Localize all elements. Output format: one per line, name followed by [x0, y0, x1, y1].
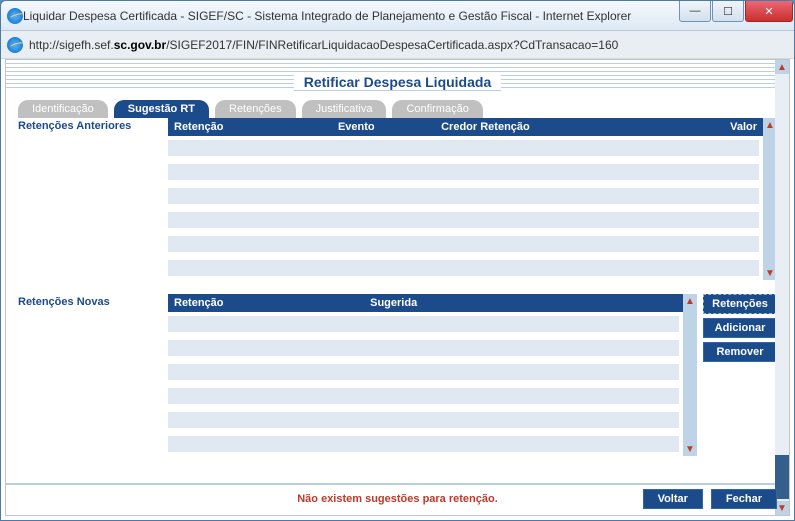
page-title-wrap: Retificar Despesa Liquidada [6, 74, 789, 92]
scroll-down-icon[interactable]: ▼ [683, 442, 697, 456]
label-novas: Retenções Novas [18, 294, 168, 456]
col-sugerida: Sugerida [364, 297, 683, 309]
page: Retificar Despesa Liquidada Identificaçã… [6, 60, 789, 515]
grid-novas-area: Retenção Sugerida ▲ [168, 294, 777, 456]
page-viewport: Retificar Despesa Liquidada Identificaçã… [5, 59, 790, 516]
col-retencao-n: Retenção [168, 297, 364, 309]
table-row [168, 140, 763, 160]
section-anteriores: Retenções Anteriores Retenção Evento Cre… [6, 118, 789, 280]
page-scroll-thumb[interactable] [775, 455, 789, 499]
window-title: Liquidar Despesa Certificada - SIGEF/SC … [23, 9, 679, 23]
grid-novas: Retenção Sugerida [168, 294, 683, 456]
retencoes-button[interactable]: Retenções [703, 294, 777, 314]
tab-confirmacao[interactable]: Confirmação [392, 100, 482, 118]
table-row [168, 260, 763, 280]
table-row [168, 388, 683, 408]
grid-novas-header: Retenção Sugerida [168, 294, 683, 312]
col-valor: Valor [675, 121, 763, 133]
grid-novas-rows [168, 316, 683, 456]
grid-anteriores-rows [168, 140, 763, 280]
label-anteriores: Retenções Anteriores [18, 118, 168, 280]
tab-identificacao[interactable]: Identificação [18, 100, 108, 118]
col-evento: Evento [332, 121, 435, 133]
page-scroll-up-icon[interactable]: ▲ [775, 60, 789, 74]
tab-sugestao-rt[interactable]: Sugestão RT [114, 100, 209, 118]
page-scroll-down-icon[interactable]: ▼ [775, 501, 789, 515]
ie-favicon-icon [7, 8, 23, 24]
scroll-up-icon[interactable]: ▲ [683, 294, 697, 308]
minimize-button[interactable]: — [679, 0, 711, 22]
table-row [168, 236, 763, 256]
grid-anteriores: Retenção Evento Credor Retenção Valor [168, 118, 763, 280]
window-controls: — ☐ ✕ [679, 1, 794, 30]
tab-justificativa[interactable]: Justificativa [302, 100, 387, 118]
voltar-button[interactable]: Voltar [643, 489, 703, 509]
url-post: /SIGEF2017/FIN/FINRetificarLiquidacaoDes… [166, 38, 618, 52]
tab-strip: Identificação Sugestão RT Retenções Just… [18, 100, 789, 118]
ie-page-icon [7, 37, 23, 53]
url-pre: http://sigefh.sef. [29, 38, 114, 52]
grid-anteriores-area: Retenção Evento Credor Retenção Valor [168, 118, 777, 280]
adicionar-button[interactable]: Adicionar [703, 318, 777, 338]
col-retencao: Retenção [168, 121, 332, 133]
footer: Não existem sugestões para retenção. Vol… [6, 483, 789, 515]
close-window-button[interactable]: ✕ [745, 0, 793, 22]
spacer [6, 280, 789, 294]
col-credor: Credor Retenção [435, 121, 675, 133]
table-row [168, 364, 683, 384]
scroll-novas[interactable]: ▲ ▼ [683, 294, 697, 456]
action-buttons: Retenções Adicionar Remover [703, 294, 777, 456]
table-row [168, 188, 763, 208]
table-row [168, 164, 763, 184]
table-row [168, 412, 683, 432]
url-text[interactable]: http://sigefh.sef.sc.gov.br/SIGEF2017/FI… [29, 38, 618, 52]
page-scrollbar[interactable]: ▲ ▼ [775, 60, 789, 515]
table-row [168, 436, 683, 456]
table-row [168, 316, 683, 336]
table-row [168, 340, 683, 360]
address-bar: http://sigefh.sef.sc.gov.br/SIGEF2017/FI… [1, 31, 794, 59]
grid-anteriores-header: Retenção Evento Credor Retenção Valor [168, 118, 763, 136]
section-novas: Retenções Novas Retenção Sugerida [6, 294, 789, 456]
browser-window: Liquidar Despesa Certificada - SIGEF/SC … [0, 0, 795, 521]
page-title: Retificar Despesa Liquidada [294, 74, 502, 91]
tab-retencoes[interactable]: Retenções [215, 100, 296, 118]
maximize-button[interactable]: ☐ [712, 0, 744, 22]
table-row [168, 212, 763, 232]
fechar-button[interactable]: Fechar [711, 489, 777, 509]
url-domain: sc.gov.br [114, 38, 166, 52]
remover-button[interactable]: Remover [703, 342, 777, 362]
window-titlebar: Liquidar Despesa Certificada - SIGEF/SC … [1, 1, 794, 31]
